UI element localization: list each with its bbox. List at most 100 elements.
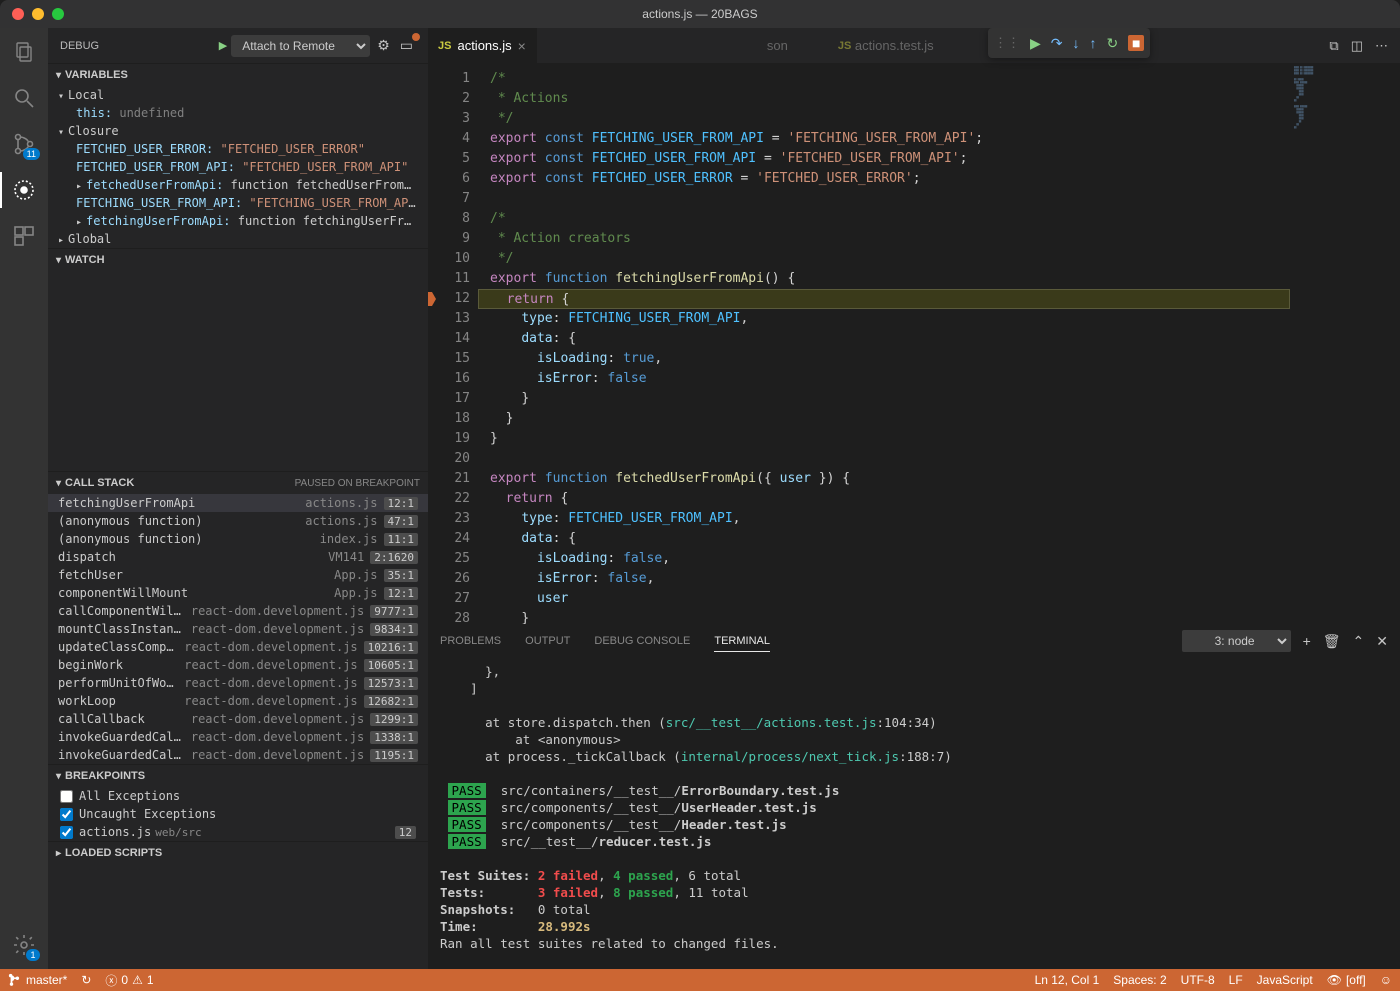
stack-frame[interactable]: callCallbackreact-dom.development.js1299… [48, 710, 428, 728]
stack-frame[interactable]: mountClassInstancereact-dom.development.… [48, 620, 428, 638]
panel-tab-problems[interactable]: PROBLEMS [440, 631, 501, 651]
line-gutter[interactable]: 1234567891011121314151617181920212223242… [428, 63, 478, 624]
stack-frame[interactable]: dispatchVM1412:1620 [48, 548, 428, 566]
tab-actions-test-js[interactable]: JS actions.test.js [828, 28, 944, 63]
variable-item[interactable]: FETCHED_USER_ERROR: "FETCHED_USER_ERROR" [48, 140, 428, 158]
panel-tab-output[interactable]: OUTPUT [525, 631, 570, 651]
close-window-button[interactable] [12, 8, 24, 20]
language-mode[interactable]: JavaScript [1257, 973, 1313, 987]
code-editor[interactable]: 1234567891011121314151617181920212223242… [428, 63, 1400, 624]
bottom-panel: PROBLEMS OUTPUT DEBUG CONSOLE TERMINAL 3… [428, 624, 1400, 969]
callstack-header[interactable]: ▾CALL STACK PAUSED ON BREAKPOINT [48, 472, 428, 494]
variable-scope[interactable]: ▾Closure [48, 122, 428, 140]
problems-status[interactable]: ⓧ0 ⚠1 [105, 972, 153, 989]
code-content[interactable]: /* * Actions */export const FETCHING_USE… [478, 63, 1290, 624]
breakpoint-checkbox[interactable] [60, 790, 73, 803]
variable-item[interactable]: FETCHED_USER_FROM_API: "FETCHED_USER_FRO… [48, 158, 428, 176]
stack-frame[interactable]: (anonymous function)actions.js47:1 [48, 512, 428, 530]
more-actions-icon[interactable]: ⋯ [1375, 38, 1388, 54]
stack-frame[interactable]: (anonymous function)index.js11:1 [48, 530, 428, 548]
explorer-icon[interactable] [10, 38, 38, 66]
variable-item[interactable]: FETCHING_USER_FROM_API: "FETCHING_USER_F… [48, 194, 428, 212]
variables-header[interactable]: ▾VARIABLES [48, 64, 428, 86]
stack-frame[interactable]: updateClassComponentreact-dom.developmen… [48, 638, 428, 656]
close-tab-icon[interactable]: × [518, 38, 526, 54]
breakpoints-section: ▾BREAKPOINTS All ExceptionsUncaught Exce… [48, 764, 428, 841]
debug-icon[interactable] [10, 176, 38, 204]
callstack-body: fetchingUserFromApiactions.js12:1(anonym… [48, 494, 428, 764]
start-debug-button[interactable]: ▶ [219, 39, 227, 52]
compare-changes-icon[interactable]: ⧉ [1329, 38, 1338, 54]
debug-console-icon[interactable]: ▭ [397, 37, 416, 54]
feedback-icon[interactable]: ☺ [1380, 973, 1392, 987]
step-into-button[interactable]: ↓ [1073, 35, 1080, 51]
tab-hidden-json[interactable]: son [757, 28, 798, 63]
panel-tab-debug-console[interactable]: DEBUG CONSOLE [594, 631, 690, 651]
stack-frame[interactable]: callComponentWillMountreact-dom.developm… [48, 602, 428, 620]
sync-button[interactable]: ↻ [81, 973, 91, 987]
breakpoints-header[interactable]: ▾BREAKPOINTS [48, 765, 428, 787]
debug-settings-icon[interactable]: ⚙ [374, 37, 393, 54]
stack-frame[interactable]: beginWorkreact-dom.development.js10605:1 [48, 656, 428, 674]
window-title: actions.js — 20BAGS [642, 7, 757, 21]
debug-toolbar[interactable]: ⋮⋮ ▶ ↷ ↓ ↑ ↻ ■ [988, 28, 1150, 58]
maximize-panel-icon[interactable]: ⌃ [1353, 633, 1365, 650]
settings-gear-icon[interactable]: 1 [10, 931, 38, 959]
watch-header[interactable]: ▾WATCH [48, 249, 428, 271]
stack-frame[interactable]: fetchUserApp.js35:1 [48, 566, 428, 584]
stack-frame[interactable]: fetchingUserFromApiactions.js12:1 [48, 494, 428, 512]
panel-tab-terminal[interactable]: TERMINAL [714, 631, 770, 652]
terminal-output[interactable]: }, ] at store.dispatch.then (src/__test_… [428, 657, 1400, 969]
git-branch[interactable]: master* [8, 973, 67, 987]
editor-area: ⋮⋮ ▶ ↷ ↓ ↑ ↻ ■ JS actions.js × son [428, 28, 1400, 969]
restart-button[interactable]: ↻ [1107, 35, 1119, 52]
eol[interactable]: LF [1229, 973, 1243, 987]
breakpoint-row[interactable]: Uncaught Exceptions [48, 805, 428, 823]
step-over-button[interactable]: ↷ [1051, 35, 1063, 52]
variable-item[interactable]: this: undefined [48, 104, 428, 122]
split-editor-icon[interactable]: ◫ [1351, 38, 1363, 54]
tab-label: actions.js [457, 38, 511, 53]
stop-button[interactable]: ■ [1128, 35, 1144, 51]
cursor-position[interactable]: Ln 12, Col 1 [1035, 973, 1100, 987]
minimap[interactable]: ████ ██ ████████████ ██ ████████████ ██ … [1290, 63, 1400, 624]
close-panel-icon[interactable]: ✕ [1376, 633, 1388, 650]
variable-item[interactable]: ▸fetchingUserFromApi: function fetchingU… [48, 212, 428, 230]
live-share[interactable]: 👁 [off] [1327, 973, 1366, 987]
breakpoint-checkbox[interactable] [60, 826, 73, 839]
indentation[interactable]: Spaces: 2 [1113, 973, 1166, 987]
continue-button[interactable]: ▶ [1030, 35, 1041, 52]
callstack-title: CALL STACK [65, 477, 134, 489]
variable-scope[interactable]: ▸Global [48, 230, 428, 248]
variable-scope[interactable]: ▾Local [48, 86, 428, 104]
stack-frame[interactable]: invokeGuardedCallbackreact-dom.developme… [48, 746, 428, 764]
step-out-button[interactable]: ↑ [1090, 35, 1097, 51]
debug-config-select[interactable]: Attach to Remote [231, 35, 370, 57]
extensions-icon[interactable] [10, 222, 38, 250]
stack-frame[interactable]: workLoopreact-dom.development.js12682:1 [48, 692, 428, 710]
js-file-icon: JS [838, 40, 851, 52]
new-terminal-icon[interactable]: + [1303, 633, 1311, 649]
encoding[interactable]: UTF-8 [1181, 973, 1215, 987]
minimize-window-button[interactable] [32, 8, 44, 20]
maximize-window-button[interactable] [52, 8, 64, 20]
loaded-scripts-section: ▸LOADED SCRIPTS [48, 841, 428, 864]
toolbar-grip-icon[interactable]: ⋮⋮ [994, 35, 1020, 51]
activity-bar: 11 1 [0, 28, 48, 969]
kill-terminal-icon[interactable]: 🗑 [1323, 633, 1341, 650]
terminal-select[interactable]: 3: node [1182, 630, 1291, 652]
source-control-icon[interactable]: 11 [10, 130, 38, 158]
stack-frame[interactable]: performUnitOfWorkreact-dom.development.j… [48, 674, 428, 692]
breakpoint-row[interactable]: All Exceptions [48, 787, 428, 805]
tab-label: actions.test.js [855, 38, 934, 53]
loaded-scripts-header[interactable]: ▸LOADED SCRIPTS [48, 842, 428, 864]
tab-actions-js[interactable]: JS actions.js × [428, 28, 537, 63]
stack-frame[interactable]: invokeGuardedCallbackDevreact-dom.develo… [48, 728, 428, 746]
variable-item[interactable]: ▸fetchedUserFromApi: function fetchedUse… [48, 176, 428, 194]
breakpoint-checkbox[interactable] [60, 808, 73, 821]
warning-count: 1 [147, 973, 154, 987]
search-icon[interactable] [10, 84, 38, 112]
watch-body[interactable] [48, 271, 428, 471]
stack-frame[interactable]: componentWillMountApp.js12:1 [48, 584, 428, 602]
breakpoint-row[interactable]: actions.jsweb/src12 [48, 823, 428, 841]
